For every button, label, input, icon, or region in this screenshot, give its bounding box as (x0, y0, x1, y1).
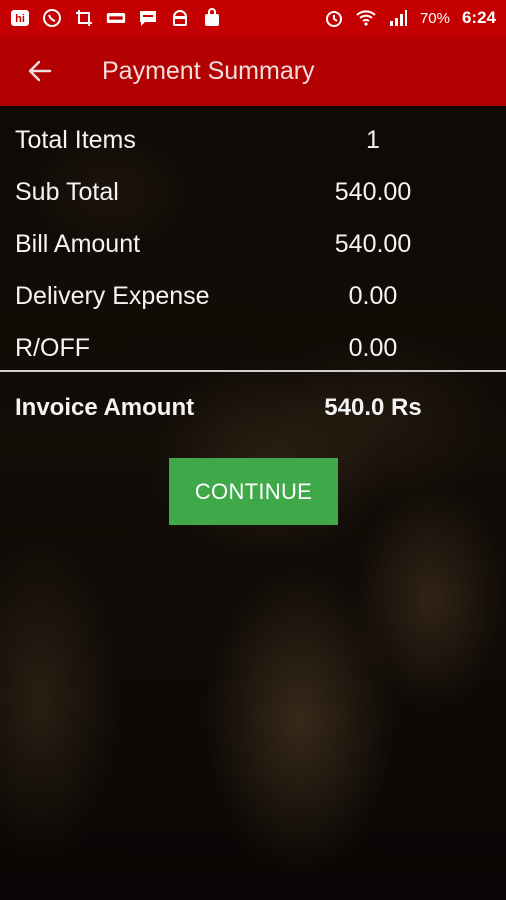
summary-row-round-off: R/OFF 0.00 (0, 322, 506, 374)
whatsapp-icon (42, 8, 62, 28)
svg-text:hi: hi (15, 13, 25, 25)
status-notifications: hi (10, 8, 222, 28)
payment-summary: Total Items 1 Sub Total 540.00 Bill Amou… (0, 114, 506, 374)
status-system: 70% 6:24 (324, 8, 496, 28)
row-value: 0.00 (348, 333, 398, 362)
wifi-icon (356, 8, 376, 28)
continue-button[interactable]: CONTINUE (169, 458, 338, 525)
row-label: Total Items (15, 125, 136, 154)
back-button[interactable] (0, 36, 80, 106)
clock: 6:24 (461, 8, 496, 27)
shopping-bag-icon (202, 8, 222, 28)
invoice-amount-row: Invoice Amount 540.0 Rs (0, 386, 506, 434)
summary-row-sub-total: Sub Total 540.00 (0, 166, 506, 218)
android-icon (170, 8, 190, 28)
divider (0, 370, 506, 372)
summary-row-delivery-expense: Delivery Expense 0.00 (0, 270, 506, 322)
row-value: 0.00 (348, 281, 398, 310)
page-title: Payment Summary (102, 56, 315, 85)
row-label: Sub Total (15, 177, 119, 206)
summary-row-total-items: Total Items 1 (0, 114, 506, 166)
row-label: Bill Amount (15, 229, 141, 258)
hi-app-icon: hi (10, 8, 30, 28)
arrow-left-icon (28, 60, 52, 82)
row-value: 1 (366, 125, 380, 154)
row-value: 540.00 (334, 229, 412, 258)
invoice-value: 540.0 Rs (324, 394, 422, 421)
app-bar: Payment Summary (0, 36, 506, 106)
row-value: 540.00 (334, 177, 412, 206)
message-icon (138, 8, 158, 28)
data-usage-icon (106, 8, 126, 28)
row-label: Delivery Expense (15, 281, 210, 310)
alarm-icon (324, 8, 344, 28)
status-bar: hi 70% 6:24 (0, 0, 506, 36)
row-label: R/OFF (15, 333, 90, 362)
signal-icon (388, 8, 408, 28)
battery-percent: 70% (419, 9, 450, 27)
invoice-label: Invoice Amount (15, 394, 195, 421)
summary-row-bill-amount: Bill Amount 540.00 (0, 218, 506, 270)
crop-icon (74, 8, 94, 28)
